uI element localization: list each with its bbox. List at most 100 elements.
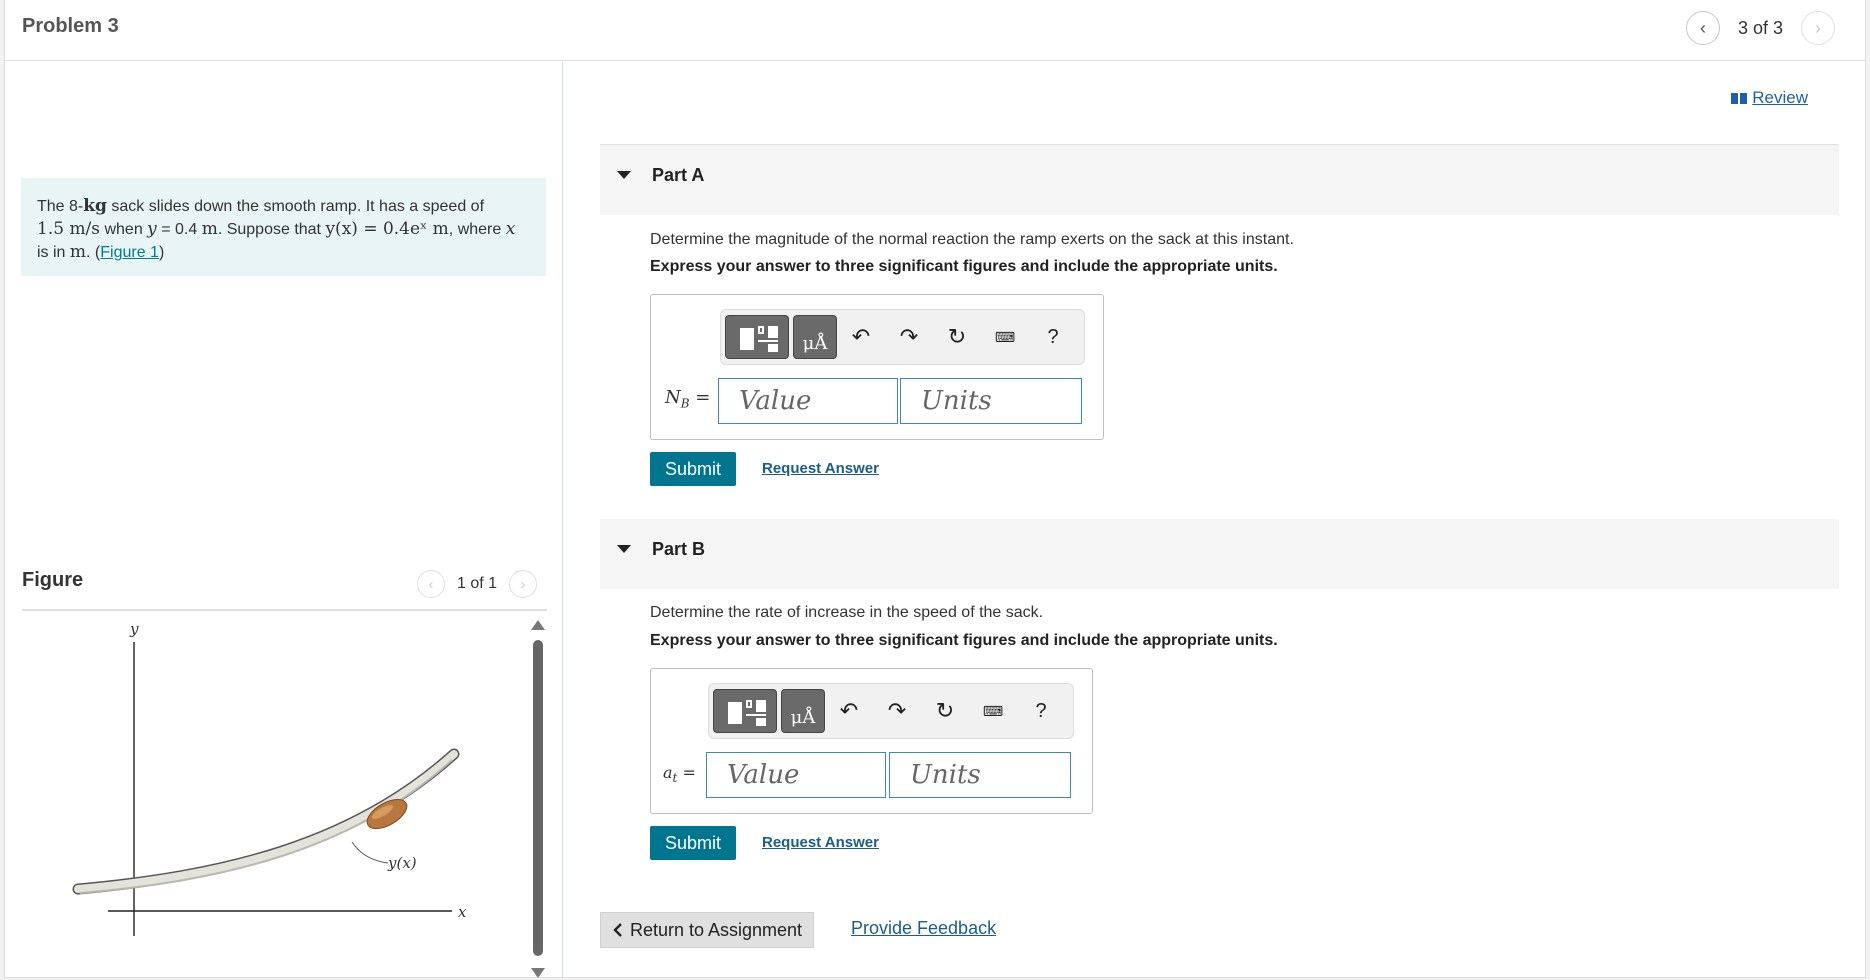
part-b-request-answer-link[interactable]: Request Answer [762,834,879,851]
part-a-title: Part A [652,165,705,185]
part-b-title: Part B [652,539,706,559]
scroll-thumb[interactable] [533,640,543,956]
part-b-math-toolbar: μÅ ↶ ↷ ↻ ⌨ ? [708,683,1074,739]
book-icon [1731,93,1748,104]
part-a-instruction: Express your answer to three significant… [650,258,1278,275]
x-axis-label: x [458,903,467,921]
part-b-answer-box: μÅ ↶ ↷ ↻ ⌨ ? at = [650,668,1093,814]
part-a-request-answer-link[interactable]: Request Answer [762,460,879,477]
templates-button[interactable] [713,689,777,733]
help-button[interactable]: ? [1029,315,1077,359]
prev-problem-button[interactable]: ‹ [1685,11,1720,45]
collapse-caret-icon [617,171,631,179]
figure-pager-text: 1 of 1 [457,575,498,592]
templates-button[interactable] [725,315,789,359]
variable-subscript: B [680,396,690,411]
prompt-text: . Suppose that [217,221,326,238]
variable-symbol: a [663,763,673,782]
prompt-text: is in [37,244,70,261]
part-b-instruction: Express your answer to three significant… [650,632,1278,649]
prompt-speed: 1.5 m/s [37,219,101,239]
collapse-caret-icon [617,545,631,553]
review-link[interactable]: Review [1730,88,1808,108]
part-a-units-input[interactable] [900,378,1082,424]
chevron-right-icon: › [520,575,526,593]
units-symbols-button[interactable]: μÅ [781,689,825,733]
problem-pager-text: 3 of 3 [1737,17,1783,38]
problem-header: Problem 3 ‹ 3 of 3 › [5,0,1865,61]
part-a-submit-button[interactable]: Submit [650,452,736,486]
keyboard-icon[interactable]: ⌨ [981,315,1029,359]
prompt-text: = 0.4 [156,221,202,238]
problem-pager: ‹ 3 of 3 › [1685,11,1835,45]
part-a-variable-label: NB = [665,387,710,411]
help-button[interactable]: ? [1017,689,1065,733]
next-figure-button[interactable]: › [509,570,538,598]
scroll-down-arrow-icon[interactable] [531,968,545,978]
provide-feedback-link[interactable]: Provide Feedback [851,918,996,939]
reset-icon[interactable]: ↻ [933,315,981,359]
keyboard-icon[interactable]: ⌨ [969,689,1017,733]
prompt-text: , where [448,221,506,238]
template-block-icon [768,344,778,352]
prompt-function: y(x) = 0.4eˣ m [325,219,449,239]
curve-label: y(x) [387,854,417,872]
template-block-icon [756,700,766,712]
variable-symbol: N [665,387,681,408]
template-block-icon [746,700,752,708]
prompt-unit-kg: kg [83,196,107,216]
part-b-units-input[interactable] [889,752,1071,798]
problem-title: Problem 3 [22,15,119,37]
chevron-left-icon: ‹ [1699,17,1706,38]
prompt-unit-m: m [201,219,218,239]
part-a-answer-box: μÅ ↶ ↷ ↻ ⌨ ? NB = [650,294,1104,440]
y-axis-label: y [129,620,139,638]
template-block-icon [740,328,754,350]
problem-statement: The 8-kg sack slides down the smooth ram… [21,178,546,276]
equals-sign: = [677,763,696,782]
figure-scrollbar[interactable] [531,620,545,978]
equals-sign: = [689,387,711,408]
return-to-assignment-button[interactable]: Return to Assignment [600,912,814,948]
prompt-text: sack slides down the smooth ramp. It has… [106,198,485,215]
part-b-submit-button[interactable]: Submit [650,826,736,860]
figure-link[interactable]: Figure 1 [100,244,159,261]
undo-icon[interactable]: ↶ [837,315,885,359]
part-a-question: Determine the magnitude of the normal re… [650,231,1294,248]
ramp-shadow [79,759,453,894]
prompt-unit-m: m [69,242,87,262]
template-block-icon [756,718,766,726]
scroll-up-arrow-icon[interactable] [531,620,545,630]
chevron-left-icon [613,923,622,937]
part-a-value-input[interactable] [718,378,898,424]
template-block-icon [746,714,766,716]
units-symbols-button[interactable]: μÅ [793,315,837,359]
part-a-header[interactable]: Part A [600,145,1839,215]
chevron-left-icon: ‹ [428,575,434,593]
prompt-var-y: y [147,219,157,239]
chevron-right-icon: › [1815,17,1821,38]
prev-figure-button[interactable]: ‹ [417,570,445,598]
redo-icon[interactable]: ↷ [885,315,933,359]
prompt-text: when [100,221,148,238]
redo-icon[interactable]: ↷ [873,689,921,733]
part-b-question: Determine the rate of increase in the sp… [650,604,1044,621]
next-problem-button[interactable]: › [1801,11,1835,45]
figure-divider [22,609,547,611]
part-b-value-input[interactable] [706,752,886,798]
undo-icon[interactable]: ↶ [825,689,873,733]
figure-title: Figure [22,569,84,591]
right-panel: Review Part A Determine the magnitude of… [564,62,1866,978]
curve-leader-line [351,841,389,864]
ramp-figure: y x y(x) [72,620,467,936]
reset-icon[interactable]: ↻ [921,689,969,733]
review-link-label[interactable]: Review [1752,88,1808,108]
part-b-header[interactable]: Part B [600,519,1839,589]
part-b-variable-label: at = [663,763,696,785]
prompt-text: . ( [86,244,101,261]
template-block-icon [758,340,778,342]
problem-frame: Problem 3 ‹ 3 of 3 › The 8-kg sack slide… [4,0,1866,978]
prompt-text: The 8- [37,198,84,215]
template-block-icon [768,326,778,338]
template-block-icon [728,702,742,724]
